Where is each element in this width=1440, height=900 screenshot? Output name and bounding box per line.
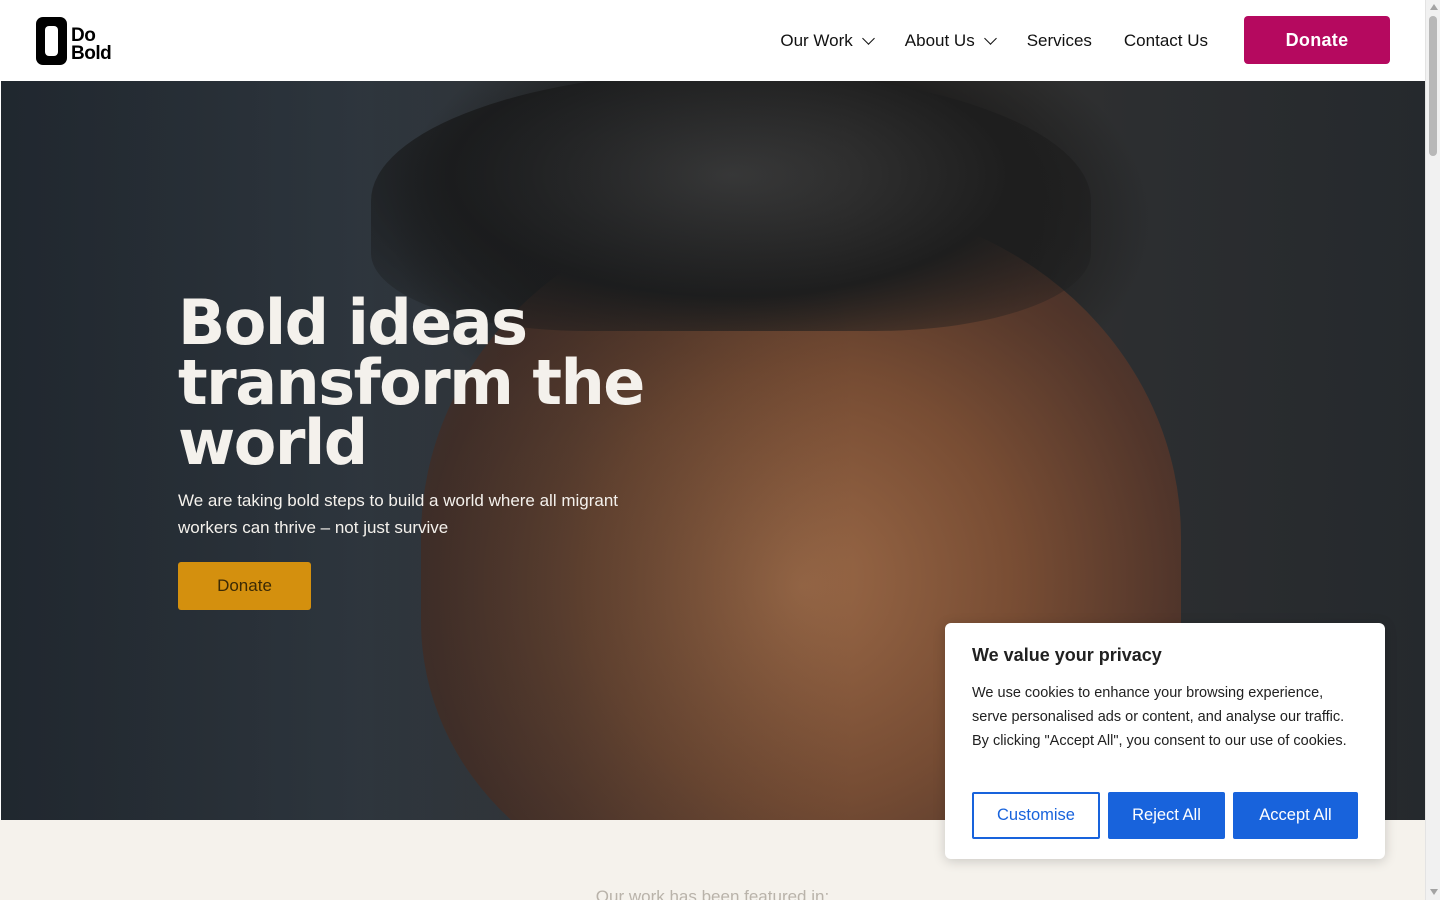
site-logo[interactable]: Do Bold [36,16,120,66]
header-donate-button[interactable]: Donate [1244,16,1390,64]
scroll-thumb[interactable] [1429,16,1437,156]
nav-item-about-us[interactable]: About Us [904,30,997,51]
cookie-reject-all-button[interactable]: Reject All [1108,792,1225,839]
nav-item-label: About Us [904,30,975,50]
nav-item-services[interactable]: Services [1027,31,1092,51]
scroll-down-arrow-icon[interactable] [1430,889,1438,895]
chevron-down-icon [861,31,875,45]
logo-text: Do Bold [71,19,112,64]
featured-label: Our work has been featured in: [595,887,830,900]
hero-subtitle: We are taking bold steps to build a worl… [178,491,619,537]
logo-mark-icon [36,17,67,65]
cookie-body: We use cookies to enhance your browsing … [972,685,1347,749]
cookie-title: We value your privacy [972,645,1162,665]
logo-line-2: Bold [71,43,112,64]
nav-item-label: Contact Us [1123,30,1208,50]
cookie-actions: Customise Reject All Accept All [972,792,1358,839]
cookie-consent-banner: We value your privacy We use cookies to … [945,623,1385,859]
nav-item-contact-us[interactable]: Contact Us [1124,31,1208,51]
nav-item-label: Services [1026,30,1092,50]
nav-item-label: Our Work [780,30,853,50]
hero-donate-button[interactable]: Donate [178,562,311,610]
hero-title: Bold ideas transform the world [178,286,645,479]
main-nav: Our Work About Us Services Contact Us [748,0,1208,81]
chevron-down-icon [983,31,997,45]
page-scrollbar[interactable] [1425,0,1440,900]
site-header: Do Bold Our Work About Us Services Conta… [0,0,1425,81]
nav-item-our-work[interactable]: Our Work [780,30,875,51]
cookie-accept-all-button[interactable]: Accept All [1233,792,1358,839]
scroll-up-arrow-icon[interactable] [1430,4,1438,10]
cookie-customise-button[interactable]: Customise [972,792,1100,839]
